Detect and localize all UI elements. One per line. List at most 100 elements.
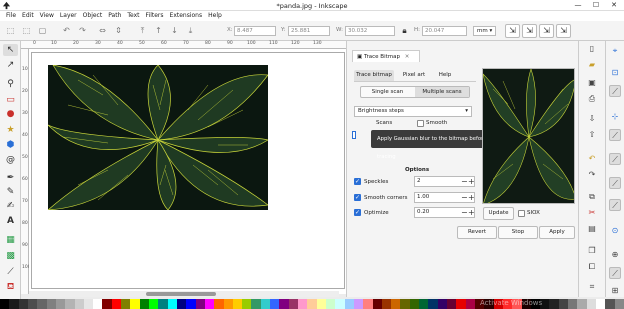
color-swatch[interactable] <box>121 299 131 309</box>
menu-view[interactable]: View <box>37 11 57 21</box>
color-swatch[interactable] <box>102 299 112 309</box>
color-swatch[interactable] <box>279 299 289 309</box>
smooth-corners-spinbox[interactable]: 1.00 − + <box>414 192 475 203</box>
color-swatch[interactable] <box>214 299 224 309</box>
color-swatch[interactable] <box>465 299 475 309</box>
snap-centers-icon[interactable]: ⊕ <box>609 249 621 261</box>
unit-select[interactable]: mm ▾ <box>473 26 496 36</box>
color-swatch[interactable] <box>409 299 420 309</box>
multiple-scans-button[interactable]: Multiple scans <box>415 87 469 97</box>
cut-icon[interactable]: ✂ <box>586 207 598 219</box>
color-swatch[interactable] <box>83 299 94 309</box>
color-swatch[interactable] <box>55 299 66 309</box>
color-swatch[interactable] <box>149 299 159 309</box>
redo-icon[interactable]: ↷ <box>586 169 598 181</box>
menu-help[interactable]: Help <box>205 11 225 21</box>
calligraphy-tool-icon[interactable]: ✍ <box>3 200 18 212</box>
color-swatch[interactable] <box>9 299 19 309</box>
minimize-button[interactable]: — <box>570 0 586 11</box>
color-swatch[interactable] <box>176 299 187 309</box>
menu-edit[interactable]: Edit <box>19 11 37 21</box>
close-window-button[interactable]: ✕ <box>606 0 622 11</box>
menu-layer[interactable]: Layer <box>57 11 80 21</box>
smooth-corners-checkbox[interactable]: ✓ <box>354 194 361 201</box>
color-swatch[interactable] <box>363 299 373 309</box>
color-swatch[interactable] <box>456 299 466 309</box>
color-swatch[interactable] <box>400 299 410 309</box>
color-swatch[interactable] <box>18 299 28 309</box>
lock-icon[interactable]: 🔒︎ <box>398 24 411 37</box>
color-swatch[interactable] <box>195 299 205 309</box>
select-all-layers-icon[interactable]: ⬚ <box>20 24 33 37</box>
increment-icon[interactable]: + <box>468 207 475 218</box>
single-scan-button[interactable]: Single scan <box>361 87 414 97</box>
color-swatch[interactable] <box>381 299 392 309</box>
w-field[interactable]: 30.032 <box>345 26 395 36</box>
mesh-tool-icon[interactable]: ▩ <box>3 250 18 262</box>
increment-icon[interactable]: + <box>468 176 475 187</box>
close-tab-icon[interactable]: ✕ <box>405 54 410 60</box>
color-swatch[interactable] <box>158 299 168 309</box>
color-swatch[interactable] <box>558 299 569 309</box>
dropper-tool-icon[interactable]: ⟋ <box>3 266 18 278</box>
zoom-tool-icon[interactable]: ⚲ <box>3 78 18 90</box>
update-button[interactable]: Update <box>483 207 514 220</box>
color-swatch[interactable] <box>232 299 243 309</box>
group-icon[interactable]: ⌗ <box>586 281 598 293</box>
color-swatch[interactable] <box>372 299 382 309</box>
3d-box-tool-icon[interactable]: ⬢ <box>3 139 18 151</box>
text-tool-icon[interactable]: A <box>3 215 18 227</box>
snap-intersections-icon[interactable]: ⟋ <box>609 153 621 165</box>
color-swatch[interactable] <box>111 299 122 309</box>
increment-icon[interactable]: + <box>468 192 475 203</box>
selector-tool-icon[interactable]: ↖ <box>3 44 18 56</box>
color-swatch[interactable] <box>130 299 140 309</box>
menu-path[interactable]: Path <box>105 11 124 21</box>
color-swatch[interactable] <box>437 299 447 309</box>
color-swatch[interactable] <box>307 299 317 309</box>
leaf-bitmap-image[interactable] <box>48 65 268 210</box>
menu-object[interactable]: Object <box>80 11 106 21</box>
tab-pixel-art[interactable]: Pixel art <box>398 70 430 81</box>
gradient-tool-icon[interactable]: ▦ <box>3 234 18 246</box>
star-tool-icon[interactable]: ★ <box>3 124 18 136</box>
color-swatch[interactable] <box>242 299 252 309</box>
color-swatch[interactable] <box>270 299 280 309</box>
color-swatch[interactable] <box>325 299 336 309</box>
y-field[interactable]: 25.881 <box>288 26 330 36</box>
ellipse-tool-icon[interactable]: ● <box>3 108 18 120</box>
rotate-cw-icon[interactable]: ↷ <box>76 24 89 37</box>
maximize-button[interactable]: ☐ <box>588 0 604 11</box>
scrollbar-thumb[interactable] <box>146 292 216 296</box>
lower-icon[interactable]: ↓ <box>168 24 181 37</box>
color-swatch[interactable] <box>37 299 47 309</box>
color-swatch[interactable] <box>27 299 38 309</box>
snap-bbox-edge-icon[interactable]: ⟋ <box>609 85 621 97</box>
color-swatch[interactable] <box>335 299 345 309</box>
stop-button[interactable]: Stop <box>498 226 538 239</box>
save-icon[interactable]: ▣ <box>586 77 598 89</box>
speckles-spinbox[interactable]: 2 − + <box>414 176 475 187</box>
color-swatch[interactable] <box>353 299 364 309</box>
select-all-icon[interactable]: ⬚ <box>4 24 17 37</box>
paint-bucket-tool-icon[interactable]: ⛾ <box>3 281 18 293</box>
color-swatch[interactable] <box>251 299 261 309</box>
import-icon[interactable]: ⇩ <box>586 113 598 125</box>
menu-filters[interactable]: Filters <box>143 11 167 21</box>
menu-extensions[interactable]: Extensions <box>167 11 206 21</box>
transform-gradients-icon[interactable]: ⇲ <box>539 24 554 38</box>
duplicate-icon[interactable]: ❐ <box>586 245 598 257</box>
snap-paths-icon[interactable]: ⟋ <box>609 129 621 141</box>
color-swatch[interactable] <box>391 299 401 309</box>
print-icon[interactable]: ⎙ <box>586 93 598 105</box>
color-swatch[interactable] <box>549 299 559 309</box>
color-swatch[interactable] <box>614 299 624 309</box>
new-document-icon[interactable]: ▯ <box>586 43 598 55</box>
color-swatch[interactable] <box>0 299 10 309</box>
clone-icon[interactable]: ⧠ <box>586 261 598 273</box>
decrement-icon[interactable]: − <box>461 176 468 187</box>
color-swatch[interactable] <box>93 299 103 309</box>
transform-patterns-icon[interactable]: ⇲ <box>556 24 571 38</box>
optimize-spinbox[interactable]: 0.20 − + <box>414 207 475 218</box>
optimize-checkbox[interactable]: ✓ <box>354 209 361 216</box>
